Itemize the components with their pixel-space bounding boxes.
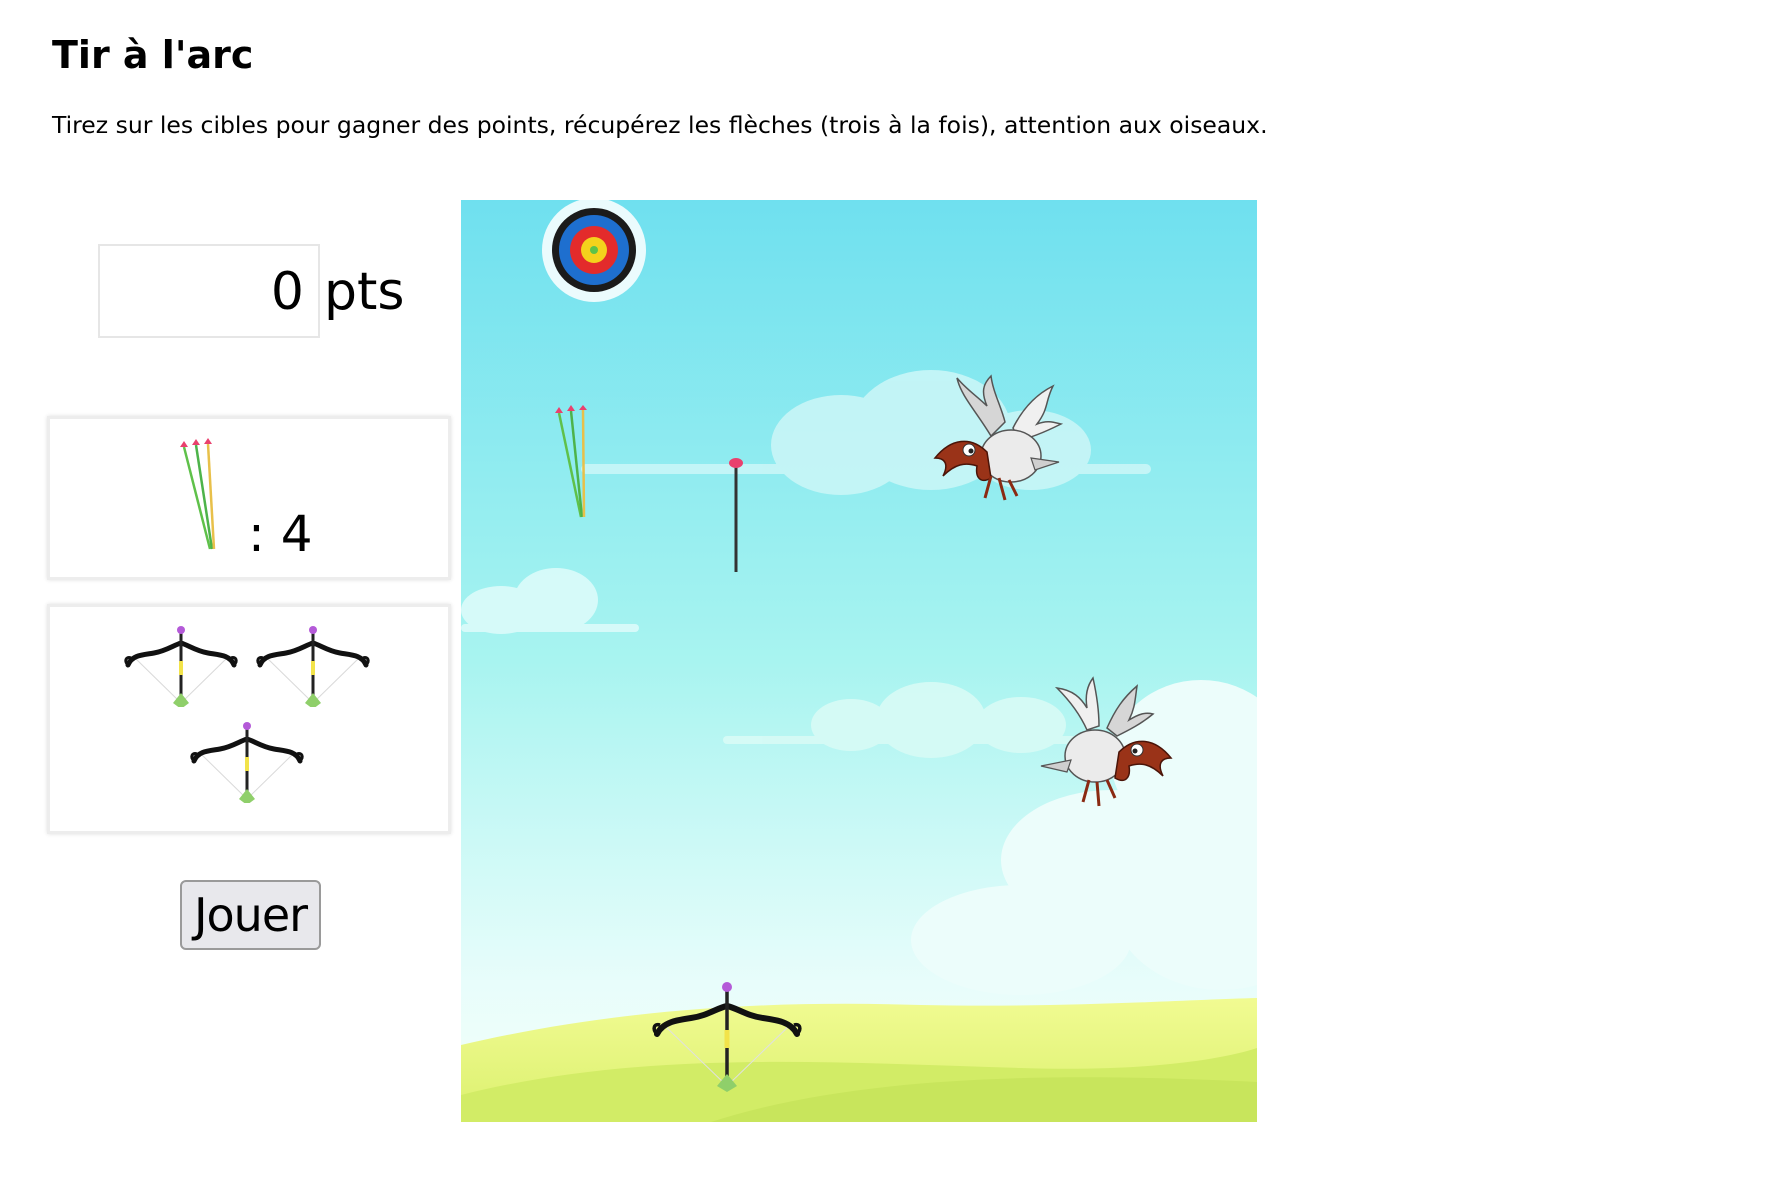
intro-text: Tirez sur les cibles pour gagner des poi… <box>52 111 1268 139</box>
page-title: Tir à l'arc <box>52 33 254 77</box>
target-icon[interactable] <box>541 200 647 304</box>
score-unit: pts <box>324 262 405 322</box>
bow-icon <box>124 626 238 707</box>
bird-icon[interactable] <box>1027 670 1183 820</box>
stuck-arrow-icon <box>729 458 743 572</box>
bird-icon[interactable] <box>921 366 1077 518</box>
bow-icon <box>256 626 370 707</box>
arrow-bundle-pickup-icon[interactable] <box>551 405 601 523</box>
score-value: 0 <box>270 262 304 322</box>
play-button[interactable]: Jouer <box>180 880 321 950</box>
arrows-panel: : 4 <box>47 416 451 580</box>
lives-panel <box>47 604 451 834</box>
bow-icon <box>190 722 304 803</box>
bow-player-icon[interactable] <box>649 978 805 1092</box>
game-background <box>461 200 1257 1122</box>
arrows-bundle-icon <box>180 438 216 550</box>
game-canvas[interactable] <box>461 200 1257 1122</box>
score-display: 0 <box>98 244 320 338</box>
arrows-count: : 4 <box>248 505 313 563</box>
